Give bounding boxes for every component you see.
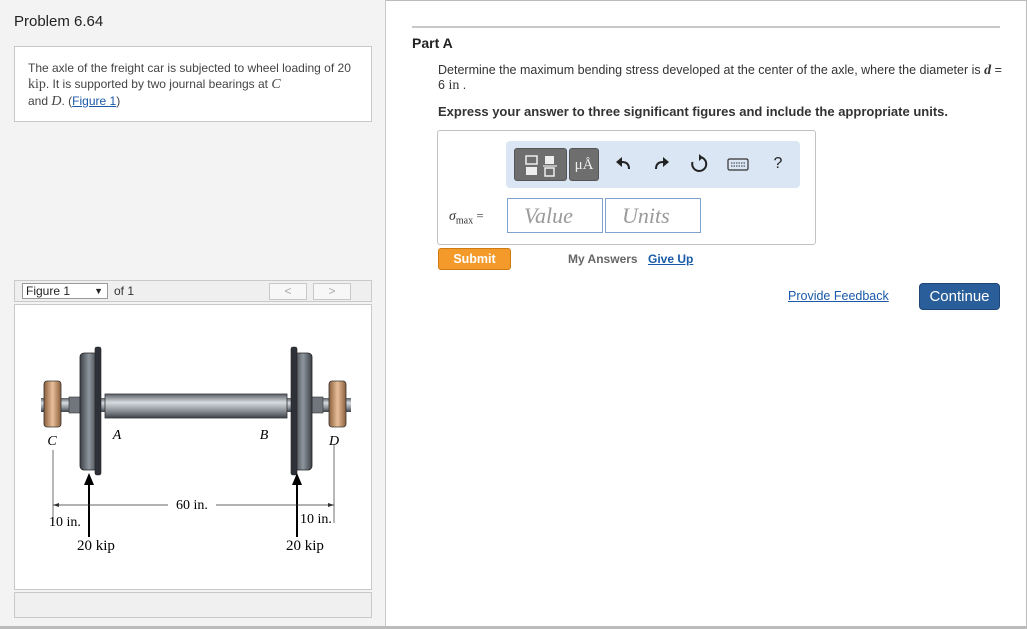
value-input[interactable] <box>507 198 603 233</box>
bearing-d <box>328 380 347 428</box>
point-c: C <box>271 77 281 92</box>
label-b: B <box>260 428 269 443</box>
equals-sign: = <box>476 208 484 223</box>
units-button[interactable]: μÅ <box>569 148 599 181</box>
bearing-c <box>43 380 62 428</box>
problem-text-3: and <box>28 94 52 108</box>
question-text-3: . <box>459 78 467 92</box>
part-title: Part A <box>412 35 453 51</box>
figure-canvas: C A B D 60 in. 10 in. 10 in. 20 kip 20 k… <box>14 304 372 590</box>
my-answers-link[interactable]: My Answers <box>568 252 638 266</box>
load-left-label: 20 kip <box>77 538 115 554</box>
dim-60: 60 in. <box>176 498 208 513</box>
problem-panel: Problem 6.64 The axle of the freight car… <box>0 0 386 626</box>
problem-text-5: ) <box>116 94 121 108</box>
templates-button[interactable] <box>514 148 567 181</box>
next-figure-button[interactable]: > <box>313 283 351 300</box>
point-d: D <box>51 94 62 109</box>
unit-in: in <box>448 78 460 93</box>
templates-icon <box>525 155 557 177</box>
question-text: Determine the maximum bending stress dev… <box>438 63 1003 93</box>
reset-icon[interactable] <box>688 153 710 175</box>
figure-footer <box>14 592 372 618</box>
dim-10-left: 10 in. <box>49 515 81 530</box>
question-text-1: Determine the maximum bending stress dev… <box>438 63 985 77</box>
problem-text-4: . ( <box>61 94 73 108</box>
problem-text-2: . It is supported by two journal bearing… <box>45 77 272 91</box>
dim-10-right: 10 in. <box>300 512 332 527</box>
sigma-symbol: σ <box>449 209 456 224</box>
figure-navigation: Figure 1 ▼ of 1 < > <box>14 280 372 302</box>
sigma-subscript: max <box>455 215 474 227</box>
load-right-label: 20 kip <box>286 538 324 554</box>
label-d: D <box>328 434 339 449</box>
problem-title: Problem 6.64 <box>14 13 104 30</box>
figure-count: of 1 <box>114 284 135 298</box>
load-arrow-left <box>84 473 94 485</box>
undo-icon[interactable] <box>613 153 635 175</box>
math-toolbar: μÅ ? <box>506 141 800 188</box>
continue-button[interactable]: Continue <box>919 283 1000 310</box>
submit-button[interactable]: Submit <box>438 248 511 270</box>
problem-text-1: The axle of the freight car is subjected… <box>28 61 351 75</box>
chevron-down-icon: ▼ <box>94 286 103 296</box>
axle-shaft <box>104 393 288 419</box>
label-a: A <box>112 428 122 443</box>
axle-figure: C A B D 60 in. 10 in. 10 in. 20 kip 20 k… <box>41 346 351 554</box>
redo-icon[interactable] <box>650 153 672 175</box>
figure-select[interactable]: Figure 1 ▼ <box>22 283 108 299</box>
label-c: C <box>47 434 57 449</box>
figure-select-value: Figure 1 <box>26 284 71 298</box>
unit-kip: kip <box>28 77 46 92</box>
sigma-max-label: σmax = <box>449 208 484 227</box>
figure-link[interactable]: Figure 1 <box>72 94 116 108</box>
give-up-link[interactable]: Give Up <box>648 252 693 266</box>
problem-statement: The axle of the freight car is subjected… <box>14 46 372 122</box>
keyboard-icon[interactable] <box>727 153 749 175</box>
instruction: Express your answer to three significant… <box>438 104 948 119</box>
units-input[interactable] <box>605 198 701 233</box>
prev-figure-button[interactable]: < <box>269 283 307 300</box>
divider <box>412 26 1000 28</box>
help-icon[interactable]: ? <box>767 153 789 175</box>
provide-feedback-link[interactable]: Provide Feedback <box>788 289 889 303</box>
